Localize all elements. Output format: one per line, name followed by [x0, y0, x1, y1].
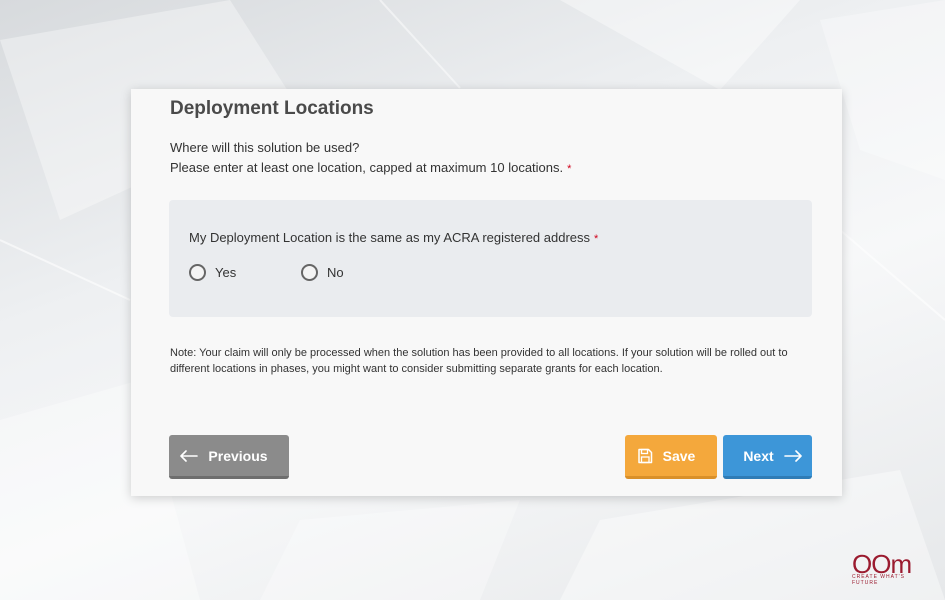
radio-yes-label[interactable]: Yes: [215, 265, 236, 280]
logo-tagline: CREATE WHAT'S FUTURE: [852, 574, 905, 586]
note-text: Note: Your claim will only be processed …: [170, 347, 788, 375]
previous-button[interactable]: Previous: [169, 435, 289, 479]
next-button-label: Next: [743, 447, 774, 464]
address-question-panel: My Deployment Location is the same as my…: [169, 200, 812, 317]
radio-no-label[interactable]: No: [327, 265, 344, 280]
save-button-label: Save: [662, 447, 696, 464]
arrow-left-icon: [180, 449, 199, 462]
deployment-locations-card: Deployment Locations Where will this sol…: [131, 89, 842, 496]
question-text: Where will this solution be used?: [170, 140, 360, 155]
oom-logo: OOm CREATE WHAT'S FUTURE: [852, 549, 924, 586]
radio-yes[interactable]: Yes: [189, 264, 236, 281]
required-asterisk: *: [567, 163, 572, 175]
arrow-right-icon: [783, 449, 802, 462]
next-button[interactable]: Next: [723, 435, 812, 479]
question-instruction-text: Please enter at least one location, capp…: [170, 160, 564, 175]
radio-circle-icon[interactable]: [189, 264, 206, 281]
save-button[interactable]: Save: [625, 435, 717, 479]
logo-text: OOm: [852, 549, 912, 579]
previous-button-label: Previous: [208, 447, 268, 464]
radio-circle-icon[interactable]: [301, 264, 318, 281]
section-title: Deployment Locations: [170, 98, 374, 119]
address-question-text: My Deployment Location is the same as my…: [189, 230, 591, 245]
question-instruction: Please enter at least one location, capp…: [170, 160, 571, 175]
radio-no[interactable]: No: [301, 264, 344, 281]
floppy-disk-icon: [637, 448, 652, 463]
address-question-label: My Deployment Location is the same as my…: [189, 230, 598, 245]
required-asterisk: *: [594, 233, 599, 245]
